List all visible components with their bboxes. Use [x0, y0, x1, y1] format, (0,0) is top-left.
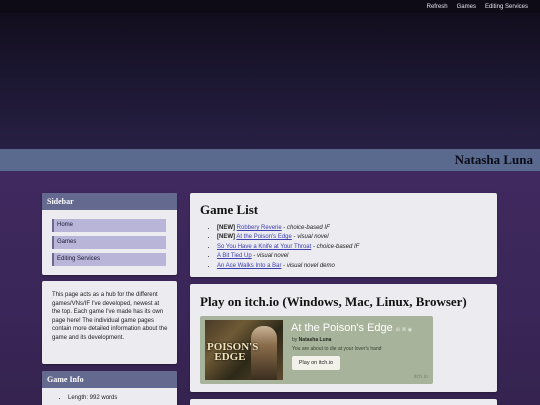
game-list-item: [NEW] Robbery Reverie - choice-based IF	[217, 224, 359, 233]
itch-embed-widget[interactable]: POISON'S EDGE At the Poison's Edge ⊞ ⌘ ◉ …	[200, 316, 433, 384]
game-link-a-bit-tied-up[interactable]: A Bit Tied Up	[217, 253, 252, 259]
next-panel	[190, 399, 497, 405]
itch-game-title[interactable]: At the Poison's Edge ⊞ ⌘ ◉	[291, 322, 412, 334]
game-info-panel: Game Info Length: 992 words	[42, 371, 177, 405]
about-text: This page acts as a hub for the differen…	[52, 292, 168, 341]
itch-author-line: by Natasha Luna	[292, 337, 331, 343]
game-type: visual novel demo	[286, 262, 335, 269]
top-navigation: Refresh Games Editing Services	[0, 0, 540, 13]
refresh-link[interactable]: Refresh	[427, 4, 448, 10]
sidebar-panel: Sidebar Home Games Editing Services	[42, 193, 177, 275]
game-list-item: An Ace Walks Into a Bar - visual novel d…	[217, 262, 359, 271]
game-list: [NEW] Robbery Reverie - choice-based IF …	[217, 224, 359, 271]
header-banner	[0, 13, 540, 149]
itch-logo[interactable]: itch.io	[414, 374, 428, 380]
about-panel: This page acts as a hub for the differen…	[42, 281, 177, 364]
sidebar-item-games[interactable]: Games	[52, 236, 166, 249]
by-prefix: by	[292, 337, 298, 343]
editing-services-link[interactable]: Editing Services	[485, 4, 528, 10]
itch-panel: Play on itch.io (Windows, Mac, Linux, Br…	[190, 284, 497, 392]
sidebar-heading: Sidebar	[42, 193, 177, 210]
site-title-bar: Natasha Luna	[0, 149, 540, 171]
game-type: choice-based IF	[316, 243, 360, 250]
game-info-item: Length: 992 words	[68, 395, 117, 401]
game-link-robbery-reverie[interactable]: Robbery Reverie	[237, 225, 282, 231]
sidebar-item-home[interactable]: Home	[52, 219, 166, 232]
game-type: visual novel	[257, 253, 289, 260]
game-list-heading: Game List	[200, 202, 259, 217]
game-list-panel: Game List [NEW] Robbery Reverie - choice…	[190, 193, 497, 277]
game-link-an-ace-walks-into-a-bar[interactable]: An Ace Walks Into a Bar	[217, 263, 281, 269]
game-type: visual novel	[297, 234, 329, 241]
itch-game-title-text: At the Poison's Edge	[291, 322, 393, 334]
game-info-heading: Game Info	[42, 371, 177, 388]
game-link-at-the-poisons-edge[interactable]: At the Poison's Edge	[236, 234, 292, 240]
itch-description: You are about to die at your lover's han…	[292, 346, 382, 352]
game-info-list: Length: 992 words	[68, 395, 117, 401]
new-badge: [NEW]	[217, 234, 235, 241]
itch-heading: Play on itch.io (Windows, Mac, Linux, Br…	[200, 294, 467, 309]
game-type: choice-based IF	[287, 225, 330, 231]
cover-logo: POISON'S EDGE	[207, 341, 259, 363]
sidebar-item-editing-services[interactable]: Editing Services	[52, 253, 166, 266]
game-list-item: [NEW] At the Poison's Edge - visual nove…	[217, 233, 359, 242]
author-link[interactable]: Natasha Luna	[299, 337, 332, 343]
game-list-item: A Bit Tied Up - visual novel	[217, 252, 359, 261]
site-title: Natasha Luna	[454, 152, 533, 167]
play-on-itch-button[interactable]: Play on itch.io	[292, 356, 340, 370]
games-link[interactable]: Games	[457, 4, 476, 10]
game-cover-image[interactable]: POISON'S EDGE	[205, 320, 283, 380]
cover-character	[251, 326, 277, 380]
new-badge: [NEW]	[217, 225, 235, 231]
game-list-item: So You Have a Knife at Your Throat - cho…	[217, 243, 359, 252]
game-link-so-you-have-a-knife[interactable]: So You Have a Knife at Your Throat	[217, 244, 311, 250]
platform-icons: ⊞ ⌘ ◉	[395, 327, 413, 333]
